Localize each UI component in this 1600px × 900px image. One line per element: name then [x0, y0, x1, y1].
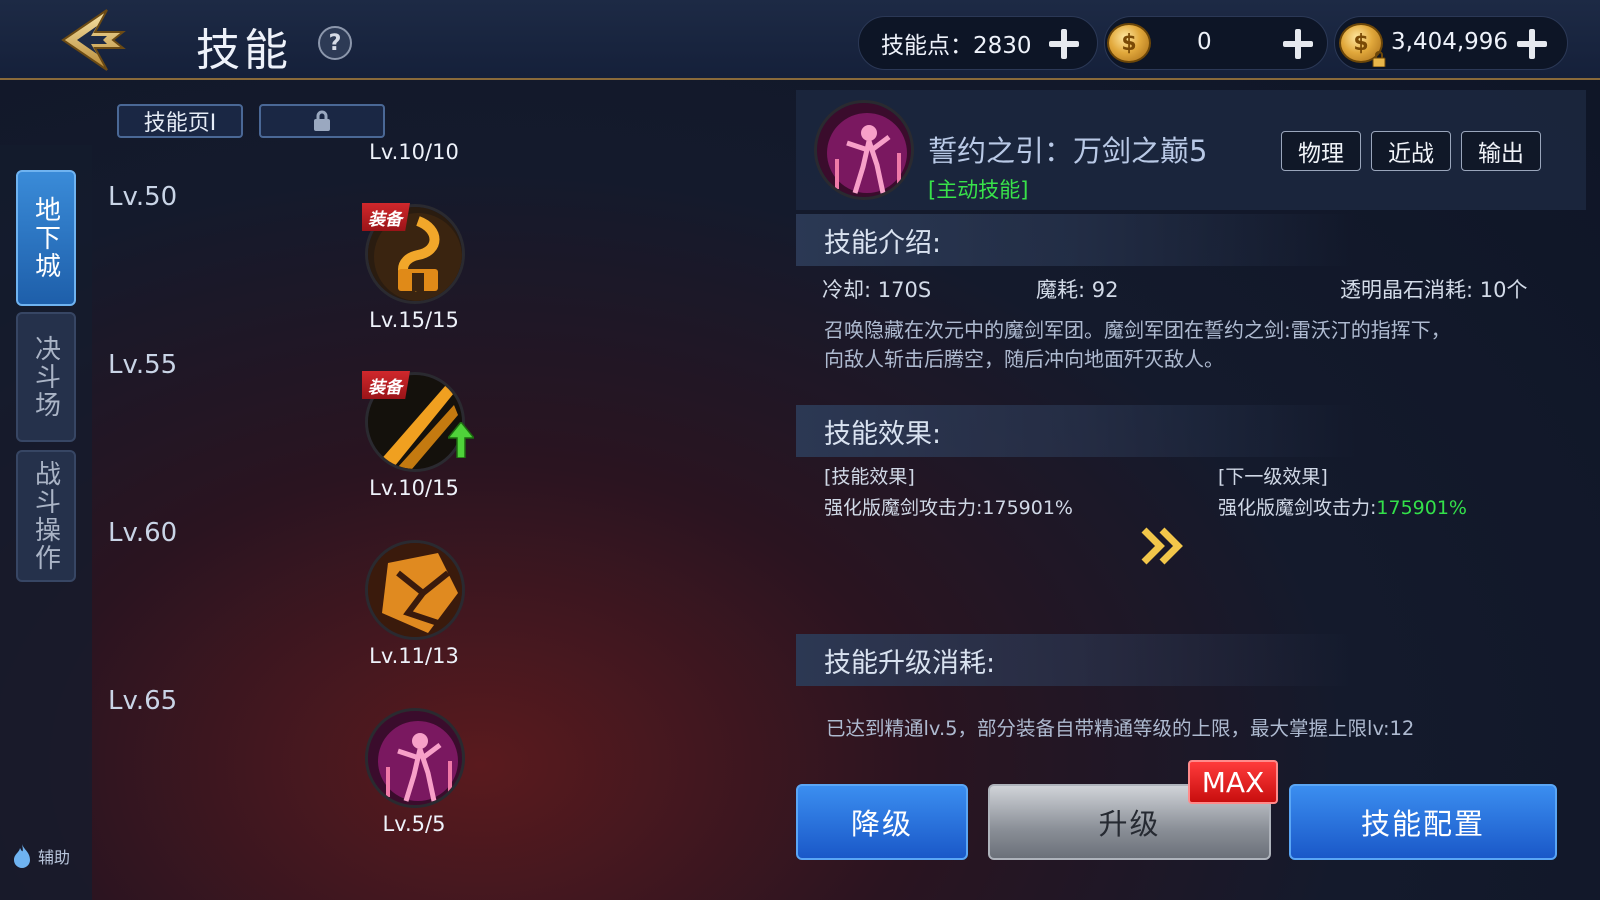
double-chevron-right-icon	[1141, 527, 1183, 565]
crystal-cost-stat: 透明晶石消耗: 10个	[1340, 278, 1528, 302]
downgrade-button[interactable]: 降级	[796, 784, 968, 860]
tab-dungeon[interactable]: 地下城	[16, 170, 76, 306]
upgrade-cost-note: 已达到精通lv.5，部分装备自带精通等级的上限，最大掌握上限lv:12	[826, 717, 1415, 740]
swordmaster-icon	[368, 711, 462, 805]
skill-name: 誓约之引：万剑之巅5	[928, 134, 1208, 168]
skill-level: Lv.15/15	[369, 308, 459, 332]
equipped-tag: 装备	[362, 371, 410, 399]
tab-combat-controls[interactable]: 战斗操作	[16, 450, 76, 582]
required-level-label: Lv.50	[108, 182, 178, 212]
skill-level: Lv.5/5	[382, 812, 446, 836]
section-heading-cost: 技能升级消耗:	[796, 634, 1356, 686]
add-gold-button[interactable]	[1515, 27, 1549, 61]
flame-icon	[14, 844, 30, 868]
skill-level: Lv.11/13	[369, 644, 459, 668]
section-heading-effect: 技能效果:	[796, 405, 1356, 457]
upgrade-arrow-icon	[448, 422, 474, 458]
required-level-label: Lv.65	[108, 686, 178, 716]
page-title: 技能	[196, 25, 292, 76]
cooldown-stat: 冷却: 170S	[822, 278, 932, 302]
next-effect-value: 175901%	[1376, 497, 1467, 519]
assist-button[interactable]: 辅助	[10, 842, 70, 870]
tag-physical: 物理	[1281, 131, 1361, 171]
tab-arena[interactable]: 决斗场	[16, 312, 76, 442]
coin-amount: 0	[1197, 29, 1212, 55]
skill-page-2-tab-locked[interactable]	[259, 104, 385, 138]
tag-melee: 近战	[1371, 131, 1451, 171]
skill-icon-swordmaster[interactable]	[365, 708, 465, 808]
skill-description-line: 召唤隐藏在次元中的魔剑军团。魔剑军团在誓约之剑:雷沃汀的指挥下，	[824, 318, 1451, 342]
tag-damage: 输出	[1461, 131, 1541, 171]
coin-icon: $	[1107, 23, 1151, 63]
skill-config-button[interactable]: 技能配置	[1289, 784, 1557, 860]
selected-skill-icon	[814, 100, 914, 200]
mana-cost-stat: 魔耗: 92	[1036, 278, 1119, 302]
skill-level-top: Lv.10/10	[369, 140, 459, 164]
skill-type: [主动技能]	[928, 178, 1029, 202]
next-effect-title: [下一级效果]	[1218, 466, 1328, 488]
required-level-label: Lv.60	[108, 518, 178, 548]
next-effect-line: 强化版魔剑攻击力:175901%	[1218, 493, 1467, 520]
section-heading-intro: 技能介绍:	[796, 214, 1356, 266]
add-skill-points-button[interactable]	[1047, 27, 1081, 61]
skill-points-label: 技能点：2830	[881, 33, 1032, 59]
lock-icon	[1372, 51, 1386, 67]
bound-gold-icon: $	[1339, 23, 1386, 67]
equipped-tag: 装备	[362, 203, 410, 231]
required-level-label: Lv.55	[108, 350, 178, 380]
skill-description-line: 向敌人斩击后腾空，随后冲向地面歼灭敌人。	[824, 347, 1224, 371]
current-effect-label: 强化版魔剑攻击力:	[824, 497, 983, 519]
gold-amount: 3,404,996	[1391, 29, 1509, 55]
help-icon[interactable]: ?	[318, 26, 352, 60]
next-effect-label: 强化版魔剑攻击力:	[1218, 497, 1377, 519]
current-effect-value: 175901%	[982, 497, 1073, 519]
back-button[interactable]	[52, 8, 132, 72]
current-effect-title: [技能效果]	[824, 466, 915, 488]
skill-points-pill: 技能点：2830	[858, 16, 1098, 70]
skill-page-1-tab[interactable]: 技能页Ⅰ	[117, 104, 243, 138]
back-arrow-icon	[61, 9, 126, 71]
add-coin-button[interactable]	[1281, 27, 1315, 61]
gold-pill: $ 3,404,996	[1334, 16, 1568, 70]
skill-icon-break[interactable]	[365, 540, 465, 640]
top-bar: 技能 ? 技能点：2830 $ 0 $ 3,404,996	[0, 0, 1600, 80]
assist-label: 辅助	[38, 848, 71, 867]
skill-level: Lv.10/15	[369, 476, 459, 500]
shatter-icon	[368, 543, 462, 637]
max-level-badge: MAX	[1188, 760, 1278, 804]
current-effect-line: 强化版魔剑攻击力:175901%	[824, 493, 1073, 520]
lock-icon	[314, 110, 330, 131]
coin-pill: $ 0	[1104, 16, 1328, 70]
